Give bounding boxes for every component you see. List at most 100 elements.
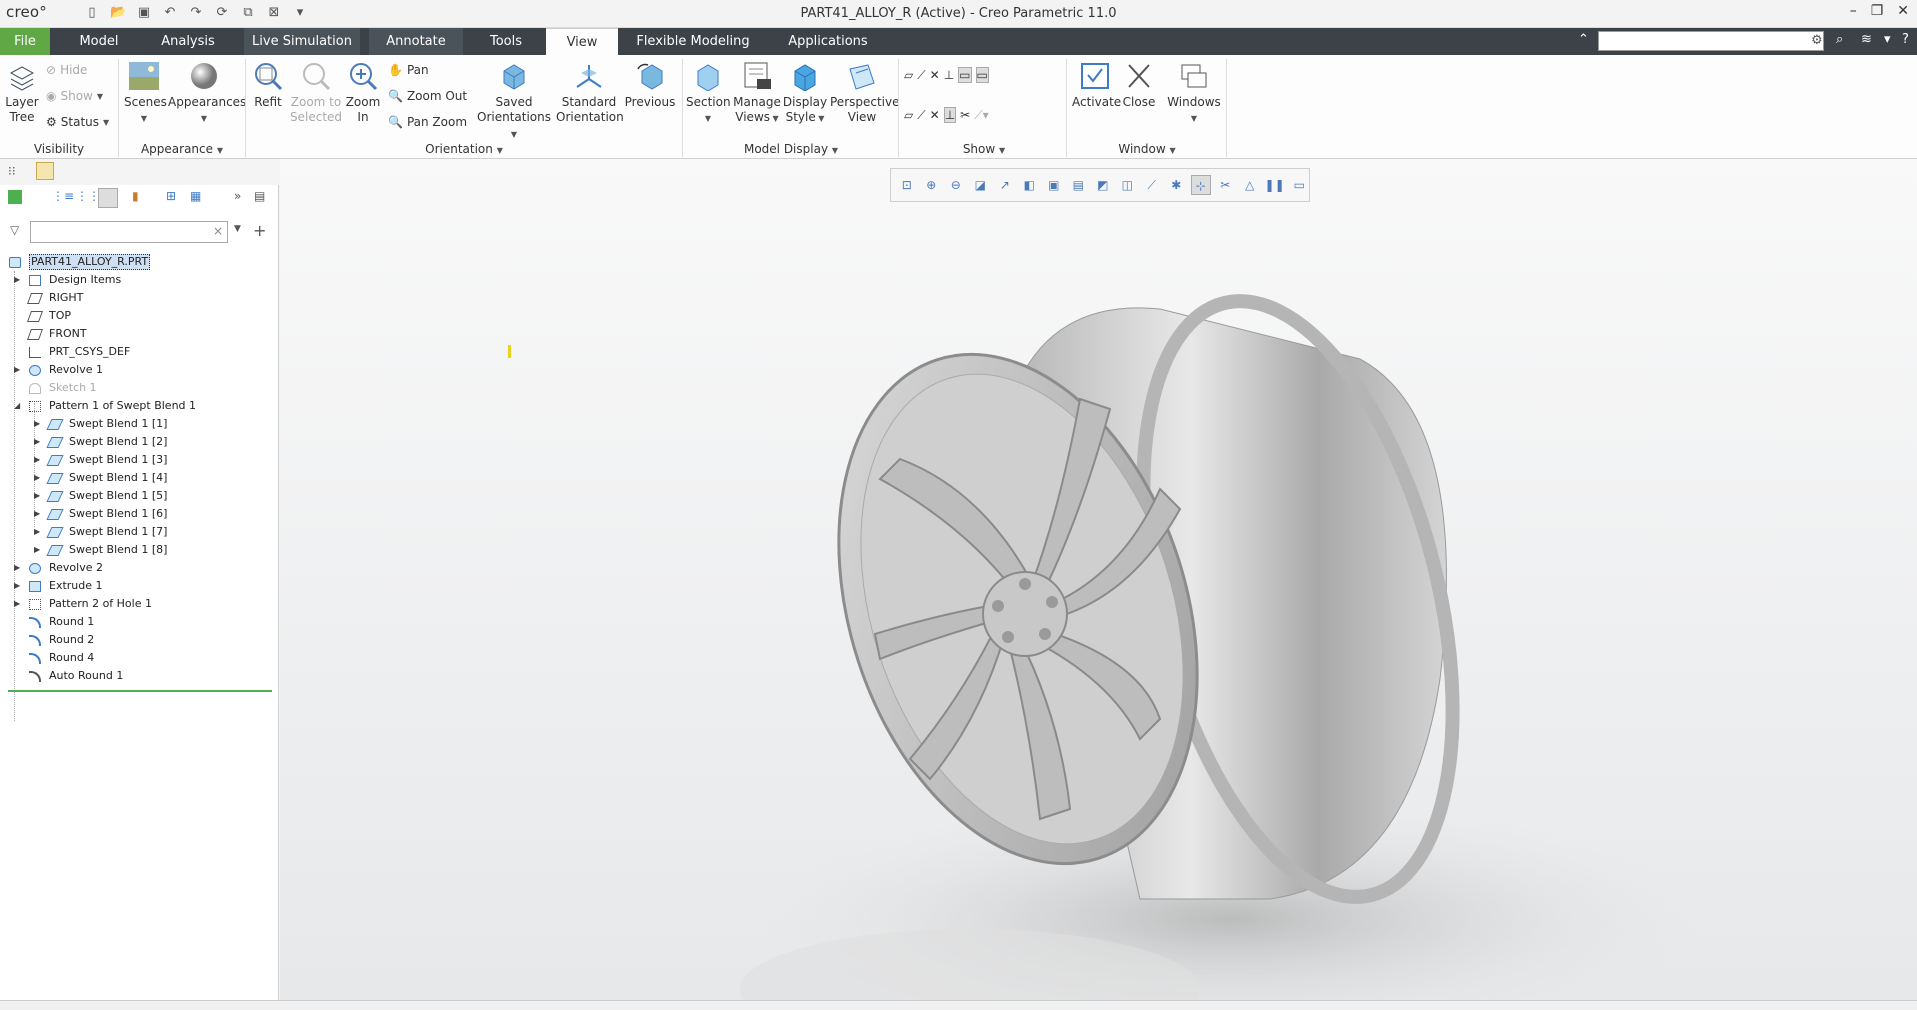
- repaint-icon[interactable]: ◪: [971, 175, 991, 195]
- add-filter-icon[interactable]: +: [253, 221, 266, 240]
- collapse-icon[interactable]: ◢: [14, 397, 20, 415]
- expand-icon[interactable]: ▶: [14, 559, 20, 577]
- expand-icon[interactable]: ▶: [34, 433, 40, 451]
- search-settings-icon[interactable]: ⚙: [1811, 33, 1823, 48]
- group-window[interactable]: Window ▼: [1068, 142, 1226, 156]
- simulation-icon[interactable]: △: [1240, 175, 1260, 195]
- model-tree-search-input[interactable]: ×: [30, 221, 228, 243]
- detail-icon[interactable]: ▤: [254, 189, 265, 203]
- ribbon-options-icon[interactable]: ≋: [1861, 32, 1872, 47]
- pan-button[interactable]: ✋ Pan: [388, 63, 429, 77]
- expand-icon[interactable]: ▶: [34, 487, 40, 505]
- tab-applications[interactable]: Applications: [782, 28, 874, 55]
- expand-icon[interactable]: ▶: [34, 415, 40, 433]
- expand-icon[interactable]: ▶: [14, 271, 20, 289]
- tab-model[interactable]: Model: [70, 28, 128, 55]
- datum-display-icon[interactable]: ⟋: [1142, 175, 1162, 195]
- folder-browser-tab-icon[interactable]: [36, 162, 54, 180]
- lock-icon[interactable]: ▮: [132, 189, 139, 203]
- stop-icon[interactable]: ▭: [1290, 175, 1310, 195]
- spin-center-icon[interactable]: ✂: [960, 107, 970, 123]
- pan-zoom-button[interactable]: 🔍 Pan Zoom: [388, 115, 467, 129]
- group-appearance[interactable]: Appearance ▼: [120, 142, 244, 156]
- reorient-icon[interactable]: ↗: [995, 175, 1015, 195]
- tab-annotate[interactable]: Annotate: [369, 28, 463, 55]
- close-button[interactable]: Close: [1120, 61, 1158, 110]
- model-tree-tab-icon[interactable]: ⁝⁝: [8, 164, 16, 178]
- tab-tools[interactable]: Tools: [478, 28, 534, 55]
- pause-icon[interactable]: ❚❚: [1265, 175, 1285, 195]
- zoom-to-selected-button[interactable]: Zoom to Selected: [290, 61, 342, 125]
- tree-columns-icon[interactable]: ⋮≡: [52, 189, 74, 203]
- csys-tag-display-icon[interactable]: ⊥: [943, 107, 957, 123]
- expand-icon[interactable]: ▶: [34, 451, 40, 469]
- manage-views-button[interactable]: Manage Views ▼: [732, 61, 782, 126]
- help-icon[interactable]: ?: [1902, 32, 1909, 47]
- search-icon[interactable]: ⌕: [1836, 32, 1843, 47]
- refit-button[interactable]: Refit: [250, 61, 286, 110]
- zoom-out-button[interactable]: 🔍 Zoom Out: [388, 89, 467, 103]
- expand-icon[interactable]: ▶: [34, 541, 40, 559]
- close-icon[interactable]: ✕: [1897, 3, 1909, 19]
- scenes-button[interactable]: Scenes ▼: [124, 61, 167, 126]
- saved-orientations-icon[interactable]: ▣: [1044, 175, 1064, 195]
- saved-orientations-button[interactable]: Saved Orientations ▼: [474, 61, 554, 142]
- clear-icon[interactable]: ×: [213, 224, 223, 238]
- dropdown-icon[interactable]: ▾: [1884, 32, 1891, 47]
- display-style-icon[interactable]: ◧: [1020, 175, 1040, 195]
- tab-file[interactable]: File: [0, 28, 50, 55]
- group-orientation[interactable]: Orientation ▼: [246, 142, 682, 156]
- point-display-icon[interactable]: ✕: [930, 67, 940, 83]
- csys-display-icon[interactable]: ⊥: [944, 67, 954, 83]
- perspective-view-button[interactable]: Perspective View: [830, 61, 900, 125]
- tree-settings-icon[interactable]: ⋮⋮: [76, 189, 100, 203]
- perspective-icon[interactable]: ◩: [1093, 175, 1113, 195]
- axis-tag-display-icon[interactable]: ⟋: [917, 107, 925, 123]
- appearances-button[interactable]: Appearances ▼: [168, 61, 246, 126]
- expand-icon[interactable]: ▶: [14, 595, 20, 613]
- section-icon[interactable]: ◫: [1118, 175, 1138, 195]
- expand-icon[interactable]: ▶: [14, 361, 20, 379]
- hide-button[interactable]: ⊘ Hide: [46, 63, 87, 77]
- search-input[interactable]: [1598, 31, 1824, 51]
- previous-button[interactable]: Previous: [624, 61, 676, 110]
- part-icon[interactable]: [8, 190, 22, 204]
- zoom-in-button[interactable]: Zoom In: [344, 61, 382, 125]
- sketch-display-icon[interactable]: ✂: [1216, 175, 1236, 195]
- group-model-display[interactable]: Model Display ▼: [684, 142, 898, 156]
- windows-button[interactable]: Windows ▼: [1166, 61, 1222, 126]
- graphics-window[interactable]: [280, 159, 1917, 1010]
- minimize-icon[interactable]: –: [1850, 3, 1857, 19]
- expand-icon[interactable]: ▶: [34, 505, 40, 523]
- activate-button[interactable]: Activate: [1072, 61, 1121, 110]
- plane-display-icon[interactable]: ▱: [904, 67, 913, 83]
- zoom-in-icon[interactable]: ⊕: [922, 175, 942, 195]
- show-tree-icon[interactable]: [98, 188, 118, 208]
- tree-columns-setup-icon[interactable]: ▦: [190, 189, 201, 203]
- show-button[interactable]: ◉ Show ▼: [46, 89, 103, 103]
- restore-icon[interactable]: ❐: [1871, 3, 1884, 19]
- status-button[interactable]: ⚙ Status ▼: [46, 115, 109, 129]
- expand-icon[interactable]: ▶: [34, 523, 40, 541]
- dimension-display-icon[interactable]: ▭: [975, 67, 989, 83]
- tab-live-simulation[interactable]: Live Simulation: [244, 28, 360, 55]
- standard-orientation-button[interactable]: Standard Orientation: [556, 61, 624, 125]
- annotation-display-icon[interactable]: ⟋▾: [974, 107, 988, 123]
- axis-display-icon[interactable]: ⟋: [917, 67, 925, 83]
- zoom-out-icon[interactable]: ⊖: [946, 175, 966, 195]
- refit-icon[interactable]: ⊡: [897, 175, 917, 195]
- display-style-button[interactable]: Display Style ▼: [782, 61, 828, 126]
- group-show[interactable]: Show ▼: [900, 142, 1068, 156]
- tab-flexible-modeling[interactable]: Flexible Modeling: [632, 28, 754, 55]
- insert-here-marker[interactable]: [8, 690, 272, 692]
- expand-icon[interactable]: ▶: [14, 577, 20, 595]
- expand-more-icon[interactable]: »: [234, 189, 241, 203]
- plane-tag-icon[interactable]: ▭: [958, 67, 972, 83]
- plane-tag-display-icon[interactable]: ▱: [904, 107, 913, 123]
- tree-filter-icon[interactable]: ⊞: [166, 189, 176, 203]
- spin-center-icon[interactable]: ⊹: [1191, 175, 1211, 195]
- collapse-ribbon-icon[interactable]: ⌃: [1578, 32, 1589, 47]
- section-button[interactable]: Section ▼: [686, 61, 731, 126]
- expand-icon[interactable]: ▶: [34, 469, 40, 487]
- view-manager-icon[interactable]: ▤: [1069, 175, 1089, 195]
